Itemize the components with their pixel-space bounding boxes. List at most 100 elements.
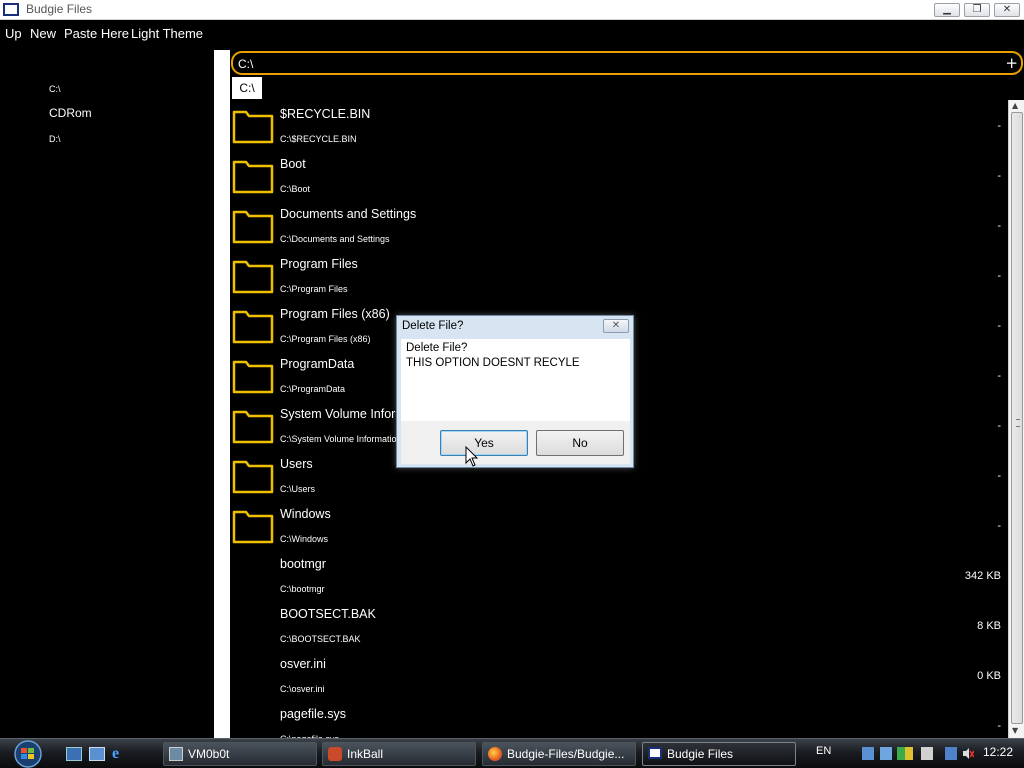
file-name: Program Files (280, 257, 358, 271)
show-desktop-icon[interactable] (66, 747, 82, 761)
file-name: pagefile.sys (280, 707, 347, 721)
file-size: - (997, 420, 1001, 432)
app-icon (3, 3, 19, 16)
file-path: C:\Users (280, 484, 316, 494)
folder-icon (232, 410, 274, 444)
network-tray-icon[interactable] (862, 747, 874, 760)
menu-up[interactable]: Up (5, 26, 22, 41)
sidebar-scrollbar[interactable] (214, 50, 230, 738)
scroll-grip-icon (1016, 419, 1020, 427)
file-size: - (997, 120, 1001, 132)
yes-button[interactable]: Yes (440, 430, 528, 456)
budgie-files-icon (648, 747, 662, 759)
folder-icon (232, 460, 274, 494)
minimize-button[interactable]: ▁ (934, 3, 960, 17)
file-size: - (997, 720, 1001, 732)
scroll-up-arrow-icon[interactable]: ▲ (1012, 101, 1018, 110)
taskbar-item-budgie-files[interactable]: Budgie Files (642, 742, 796, 766)
window-title-bar[interactable]: Budgie Files ▁ ❐ ✕ (0, 0, 1024, 20)
add-path-button[interactable]: + (1005, 54, 1018, 72)
file-row[interactable]: $RECYCLE.BIN C:\$RECYCLE.BIN - (230, 102, 1008, 152)
file-name: $RECYCLE.BIN (280, 107, 371, 121)
folder-icon (232, 510, 274, 544)
file-path: C:\$RECYCLE.BIN (280, 134, 357, 144)
sidebar-item-c-drive[interactable]: C:\ (49, 84, 61, 94)
menu-new[interactable]: New (30, 26, 56, 41)
no-button[interactable]: No (536, 430, 624, 456)
file-path: C:\osver.ini (280, 684, 325, 694)
vm-icon (169, 747, 183, 761)
scroll-down-arrow-icon[interactable]: ▼ (1012, 726, 1018, 735)
inkball-icon (328, 747, 342, 761)
file-list-scrollbar[interactable]: ▲ ▼ (1008, 100, 1024, 738)
firefox-icon (488, 747, 502, 761)
folder-icon (232, 160, 274, 194)
file-path: C:\bootmgr (280, 584, 325, 594)
file-row[interactable]: Program Files C:\Program Files - (230, 252, 1008, 302)
start-button-icon[interactable] (8, 740, 48, 768)
file-row[interactable]: BOOTSECT.BAK C:\BOOTSECT.BAK 8 KB (230, 602, 1008, 652)
file-row[interactable]: osver.ini C:\osver.ini 0 KB (230, 652, 1008, 702)
file-name: bootmgr (280, 557, 326, 571)
file-name: Program Files (x86) (280, 307, 390, 321)
folder-icon (232, 310, 274, 344)
dialog-title: Delete File? (402, 320, 464, 332)
folder-icon (232, 210, 274, 244)
file-row[interactable]: Documents and Settings C:\Documents and S… (230, 202, 1008, 252)
sidebar-item-d-drive[interactable]: D:\ (49, 134, 61, 144)
folder-icon (232, 360, 274, 394)
file-name: Windows (280, 507, 331, 521)
file-name: Documents and Settings (280, 207, 417, 221)
file-name: BOOTSECT.BAK (280, 607, 376, 621)
dialog-message-line1: Delete File? (406, 342, 468, 354)
delete-file-dialog: Delete File? ✕ Delete File? THIS OPTION … (396, 315, 634, 468)
menu-paste-here[interactable]: Paste Here (64, 26, 129, 41)
dialog-close-button[interactable]: ✕ (603, 319, 629, 333)
breadcrumb[interactable]: C:\ (232, 77, 262, 99)
clock[interactable]: 12:22 (983, 745, 1013, 759)
dialog-message-line2: THIS OPTION DOESNT RECYLE (406, 357, 580, 369)
taskbar-item-firefox[interactable]: Budgie-Files/Budgie... (482, 742, 636, 766)
taskbar-item-vm0b0t[interactable]: VM0b0t (163, 742, 317, 766)
file-row[interactable]: pagefile.sysC:\pagefile.sys- (230, 702, 1008, 738)
switch-windows-icon[interactable] (89, 747, 105, 761)
file-name: Users (280, 457, 313, 471)
file-path: C:\Program Files (280, 284, 348, 294)
mouse-cursor-icon (465, 446, 479, 467)
file-size: - (997, 320, 1001, 332)
menu-bar: Up New Paste Here Light Theme (0, 20, 1024, 48)
folder-icon (232, 110, 274, 144)
file-row[interactable]: Boot C:\Boot - (230, 152, 1008, 202)
volume-muted-icon[interactable] (962, 747, 974, 760)
file-path: C:\Program Files (x86) (280, 334, 371, 344)
folder-icon (232, 260, 274, 294)
internet-explorer-icon[interactable]: e (112, 746, 128, 762)
network-icon[interactable] (945, 747, 957, 760)
file-path: C:\System Volume Information (280, 434, 402, 444)
taskbar-item-inkball[interactable]: InkBall (322, 742, 476, 766)
file-path: C:\Boot (280, 184, 311, 194)
path-input[interactable] (238, 55, 998, 72)
tray-icon-2[interactable] (880, 747, 892, 760)
menu-light-theme[interactable]: Light Theme (131, 26, 203, 41)
tray-icon-5[interactable] (921, 747, 933, 760)
close-button[interactable]: ✕ (994, 3, 1020, 17)
tray-icon-4[interactable] (905, 747, 913, 760)
file-size: - (997, 220, 1001, 232)
file-size: - (997, 270, 1001, 282)
file-row[interactable]: Windows C:\Windows - (230, 502, 1008, 552)
maximize-button[interactable]: ❐ (964, 3, 990, 17)
file-path: C:\ProgramData (280, 384, 346, 394)
language-indicator[interactable]: EN (816, 745, 831, 757)
scroll-thumb[interactable] (1011, 112, 1023, 724)
file-size: - (997, 470, 1001, 482)
file-row[interactable]: bootmgr C:\bootmgr 342 KB (230, 552, 1008, 602)
file-size: 8 KB (977, 620, 1001, 632)
file-path: C:\Documents and Settings (280, 234, 390, 244)
file-path: C:\Windows (280, 534, 329, 544)
window-title: Budgie Files (26, 2, 93, 16)
file-name: osver.ini (280, 657, 326, 671)
sidebar-item-cdrom[interactable]: CDRom (49, 106, 92, 120)
file-path: C:\BOOTSECT.BAK (280, 634, 361, 644)
file-name: ProgramData (280, 357, 355, 371)
